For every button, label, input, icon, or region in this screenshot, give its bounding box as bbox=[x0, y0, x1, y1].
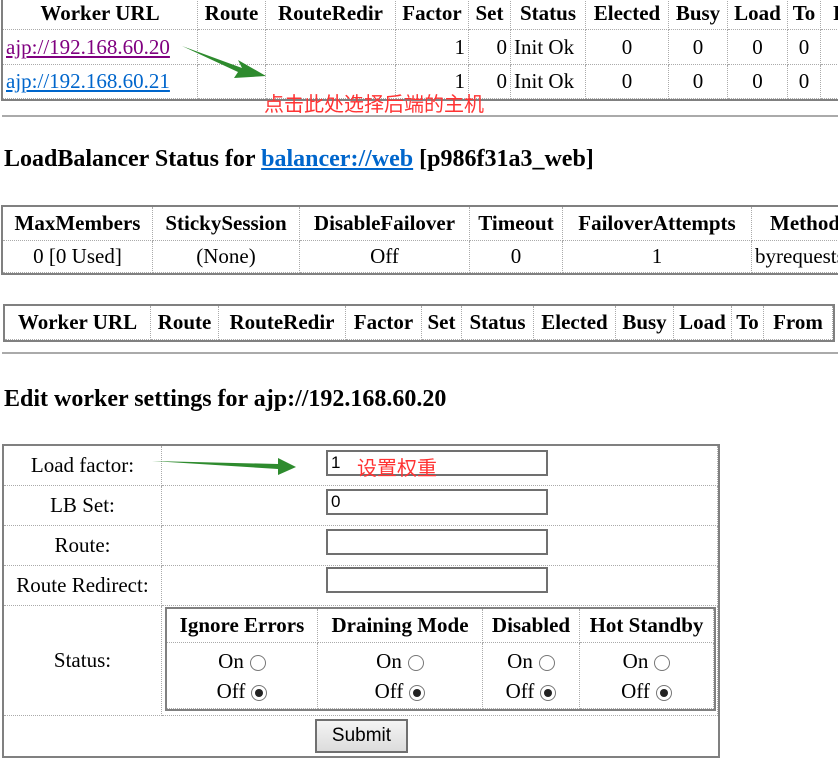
off-label: Off bbox=[621, 678, 650, 703]
header-elected: Elected bbox=[586, 0, 669, 30]
lb-workers-table: Worker URL Route RouteRedir Factor Set S… bbox=[3, 304, 835, 342]
off-label: Off bbox=[216, 678, 246, 703]
heading-prefix: LoadBalancer Status for bbox=[4, 146, 262, 172]
header-stickysession: StickySession bbox=[153, 207, 300, 241]
header-failoverattempts: FailoverAttempts bbox=[563, 207, 752, 241]
disabled-off-radio[interactable] bbox=[540, 684, 557, 701]
cell-disablefailover: Off bbox=[300, 241, 470, 273]
header-routeredir: RouteRedir bbox=[266, 0, 396, 30]
on-label: On bbox=[622, 648, 649, 673]
divider bbox=[2, 115, 838, 117]
worker-link-21[interactable]: ajp://192.168.60.21 bbox=[6, 69, 170, 93]
cell-from bbox=[821, 30, 838, 65]
lb-table: MaxMembers StickySession DisableFailover… bbox=[1, 205, 838, 275]
draining-mode-on-radio[interactable] bbox=[407, 654, 424, 671]
on-label: On bbox=[507, 648, 533, 673]
header-worker-url: Worker URL bbox=[5, 306, 151, 340]
header-busy: Busy bbox=[669, 0, 728, 30]
header-hot-standby: Hot Standby bbox=[580, 609, 714, 643]
header-factor: Factor bbox=[346, 306, 422, 340]
cell-method: byrequests bbox=[752, 241, 838, 273]
cell-load: 0 bbox=[728, 30, 788, 65]
header-route: Route bbox=[198, 0, 266, 30]
header-from: F bbox=[821, 0, 838, 30]
edit-worker-heading: Edit worker settings for ajp://192.168.6… bbox=[4, 386, 447, 412]
header-to: To bbox=[788, 0, 821, 30]
header-from: From bbox=[764, 306, 833, 340]
hot-standby-on-radio[interactable] bbox=[654, 654, 671, 671]
lb-status-heading: LoadBalancer Status for balancer://web [… bbox=[4, 146, 594, 173]
table-row: ajp://192.168.60.20 1 0 Init Ok 0 0 0 0 bbox=[3, 30, 838, 65]
arrow-annotation-icon bbox=[152, 458, 296, 475]
cell-elected: 0 bbox=[586, 30, 669, 65]
header-draining-mode: Draining Mode bbox=[318, 609, 483, 643]
cell-status: Init Ok bbox=[511, 65, 586, 99]
hot-standby-off-radio[interactable] bbox=[655, 684, 672, 701]
status-table: Ignore Errors Draining Mode Disabled Hot… bbox=[165, 607, 716, 711]
header-routeredir: RouteRedir bbox=[219, 306, 346, 340]
header-load: Load bbox=[728, 0, 788, 30]
header-status: Status bbox=[511, 0, 586, 30]
header-status: Status bbox=[462, 306, 534, 340]
arrow-annotation-icon bbox=[182, 46, 266, 78]
balancer-link[interactable]: balancer://web bbox=[261, 146, 413, 172]
lb-set-label: LB Set: bbox=[4, 486, 162, 526]
cell-to: 0 bbox=[788, 65, 821, 99]
divider bbox=[2, 352, 838, 354]
header-disabled: Disabled bbox=[483, 609, 580, 643]
load-factor-label: Load factor: bbox=[4, 446, 162, 486]
cell-busy: 0 bbox=[669, 65, 728, 99]
cell-status: Init Ok bbox=[511, 30, 586, 65]
header-ignore-errors: Ignore Errors bbox=[167, 609, 318, 643]
draining-mode-off-radio[interactable] bbox=[409, 684, 426, 701]
route-input[interactable] bbox=[326, 529, 548, 555]
header-to: To bbox=[732, 306, 764, 340]
worker-link-20[interactable]: ajp://192.168.60.20 bbox=[6, 35, 170, 59]
annotation-weight: 设置权重 bbox=[357, 458, 437, 480]
cell-elected: 0 bbox=[586, 65, 669, 99]
header-set: Set bbox=[469, 0, 511, 30]
route-label: Route: bbox=[4, 526, 162, 566]
cell-routeredir bbox=[266, 30, 396, 65]
table-row: 0 [0 Used] (None) Off 0 1 byrequests bbox=[3, 241, 838, 273]
off-label: Off bbox=[505, 678, 535, 703]
header-worker-url: Worker URL bbox=[3, 0, 198, 30]
status-label: Status: bbox=[4, 606, 162, 716]
ignore-errors-off-radio[interactable] bbox=[251, 684, 268, 701]
header-load: Load bbox=[674, 306, 732, 340]
cell-maxmembers: 0 [0 Used] bbox=[3, 241, 153, 273]
cell-to: 0 bbox=[788, 30, 821, 65]
workers-table: Worker URL Route RouteRedir Factor Set S… bbox=[1, 0, 838, 101]
cell-factor: 1 bbox=[396, 30, 469, 65]
route-redirect-label: Route Redirect: bbox=[4, 566, 162, 606]
route-redirect-input[interactable] bbox=[326, 567, 548, 593]
submit-button[interactable]: Submit bbox=[315, 719, 408, 753]
cell-timeout: 0 bbox=[470, 241, 563, 273]
cell-stickysession: (None) bbox=[153, 241, 300, 273]
annotation-click-host: 点击此处选择后端的主机 bbox=[264, 94, 484, 116]
cell-busy: 0 bbox=[669, 30, 728, 65]
header-route: Route bbox=[151, 306, 219, 340]
header-maxmembers: MaxMembers bbox=[3, 207, 153, 241]
off-label: Off bbox=[374, 678, 404, 703]
header-timeout: Timeout bbox=[470, 207, 563, 241]
cell-load: 0 bbox=[728, 65, 788, 99]
cell-from bbox=[821, 65, 838, 99]
lb-set-input[interactable] bbox=[326, 489, 548, 515]
header-disablefailover: DisableFailover bbox=[300, 207, 470, 241]
heading-suffix: [p986f31a3_web] bbox=[413, 146, 594, 172]
on-label: On bbox=[218, 648, 244, 673]
header-busy: Busy bbox=[616, 306, 674, 340]
header-factor: Factor bbox=[396, 0, 469, 30]
header-method: Method bbox=[752, 207, 838, 241]
header-elected: Elected bbox=[534, 306, 616, 340]
on-label: On bbox=[376, 648, 402, 673]
header-set: Set bbox=[422, 306, 462, 340]
cell-failoverattempts: 1 bbox=[563, 241, 752, 273]
ignore-errors-on-radio[interactable] bbox=[249, 654, 266, 671]
cell-set: 0 bbox=[469, 30, 511, 65]
disabled-on-radio[interactable] bbox=[538, 654, 555, 671]
